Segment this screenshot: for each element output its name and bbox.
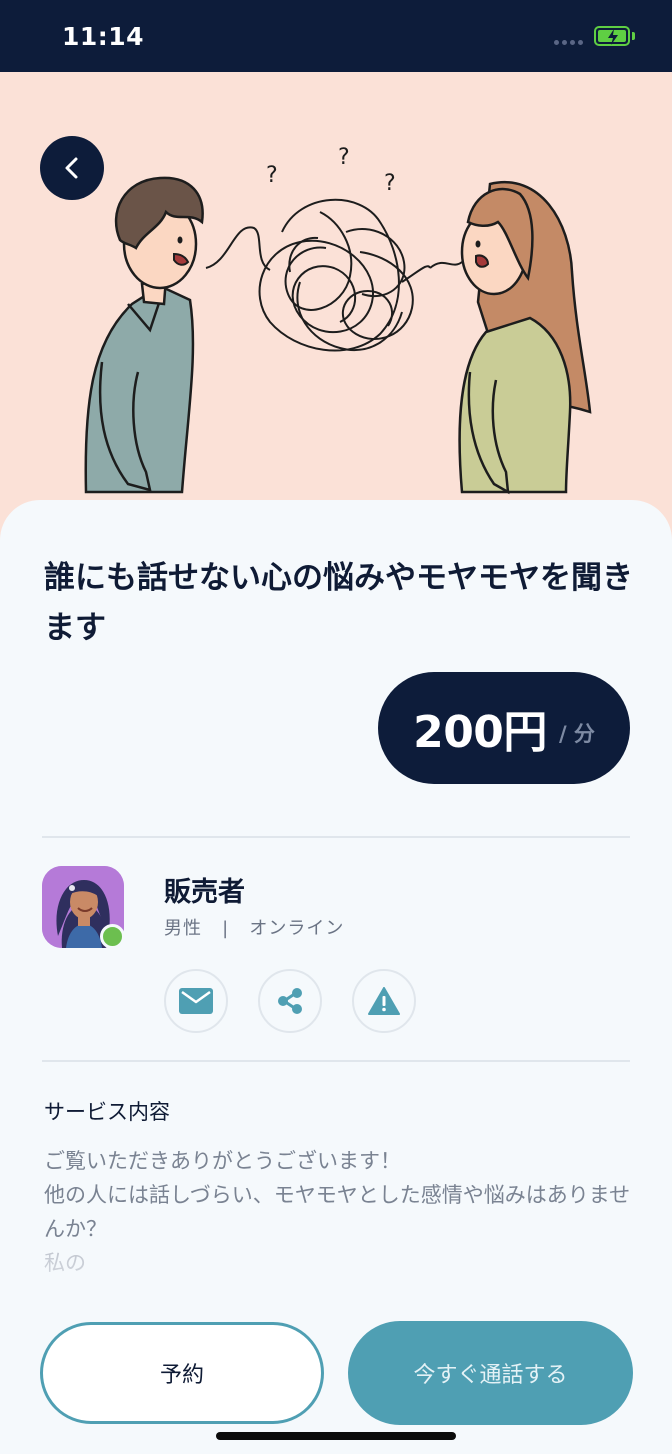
share-icon — [278, 988, 302, 1014]
status-bar: 11:14 — [0, 0, 672, 72]
message-button[interactable] — [164, 969, 228, 1033]
battery-icon — [594, 26, 630, 46]
section-heading: サービス内容 — [44, 1100, 170, 1124]
seller-meta: 男性 | オンライン — [164, 914, 344, 940]
seller-status: オンライン — [249, 918, 345, 939]
divider — [42, 1060, 630, 1062]
chevron-left-icon — [65, 157, 78, 179]
two-people-tangled-conversation-illustration: ? ? ? — [84, 145, 592, 495]
divider — [42, 836, 630, 838]
woman-figure — [458, 181, 592, 495]
service-title: 誰にも話せない心の悩みやモヤモヤを聞きます — [44, 560, 633, 646]
online-status-dot — [100, 924, 125, 949]
man-figure — [84, 176, 204, 494]
tangled-thread — [205, 198, 463, 352]
report-button[interactable] — [352, 969, 416, 1033]
mail-icon — [179, 988, 213, 1014]
question-mark: ? — [384, 171, 396, 196]
signal-icon — [554, 40, 583, 45]
warning-icon — [368, 987, 400, 1015]
seller-gender: 男性 — [164, 918, 202, 939]
question-mark: ? — [338, 145, 350, 170]
description-line: ご覧いただきありがとうございます！ — [44, 1149, 401, 1173]
hero-illustration: ? ? ? — [0, 72, 672, 542]
price-unit: / 分 — [558, 722, 595, 746]
reserve-button[interactable]: 予約 — [40, 1322, 324, 1424]
home-indicator — [216, 1432, 456, 1440]
call-now-button[interactable]: 今すぐ通話する — [348, 1321, 633, 1425]
price-amount: 200円 — [413, 707, 547, 758]
meta-separator: | — [222, 918, 230, 939]
back-button[interactable] — [40, 136, 104, 200]
price-badge: 200円 / 分 — [378, 672, 630, 784]
seller-name[interactable]: 販売者 — [164, 870, 245, 909]
share-button[interactable] — [258, 969, 322, 1033]
question-mark: ? — [266, 163, 278, 188]
status-time: 11:14 — [62, 22, 145, 51]
